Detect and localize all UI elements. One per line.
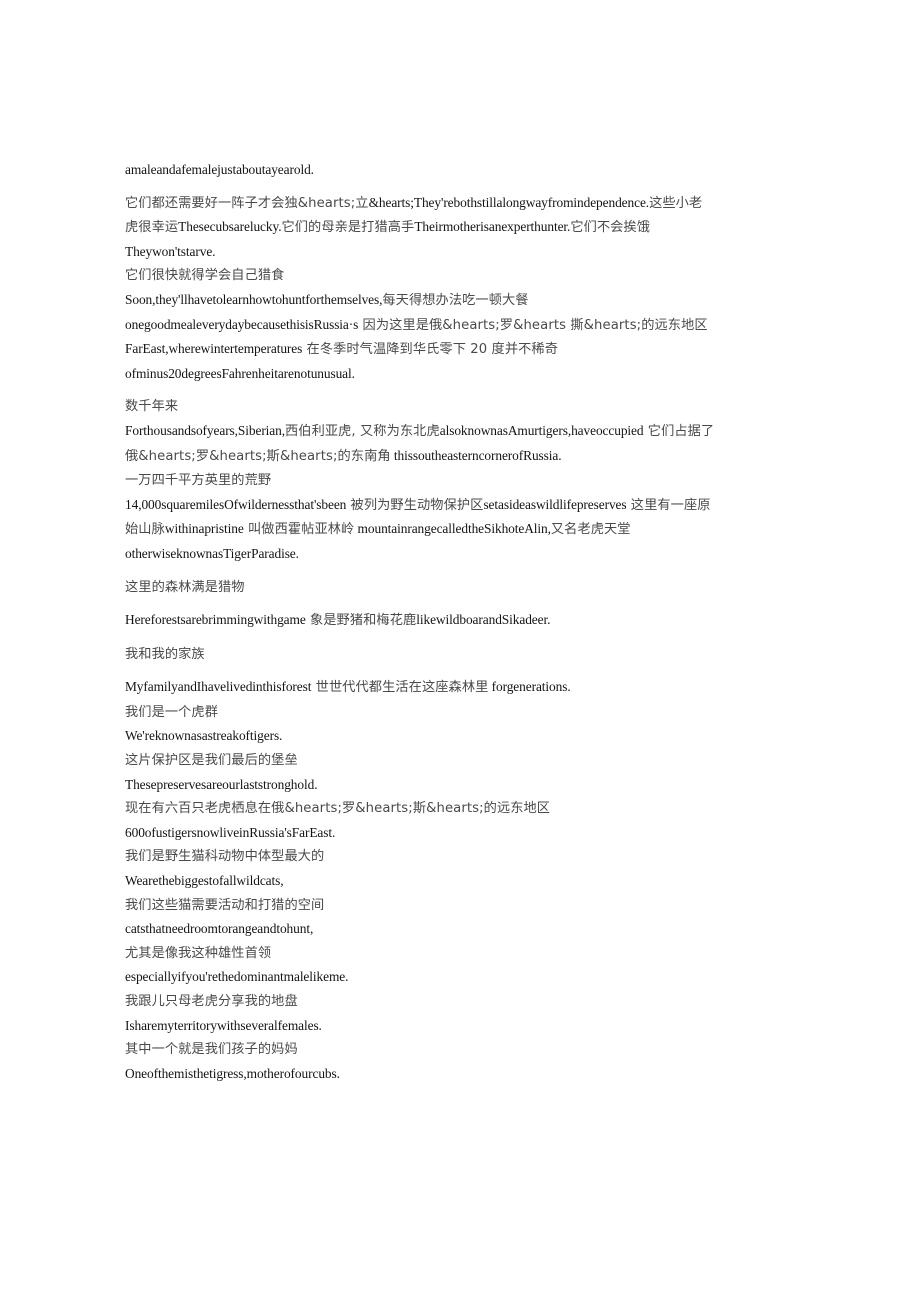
- text-run-english: Soon,they'llhavetolearnhowtohuntforthems…: [125, 291, 383, 307]
- text-run-english: ofminus20degreesFahrenheitarenotunusual.: [125, 365, 355, 381]
- paragraph: 我们是一个虎群: [125, 700, 715, 725]
- text-run-english: 14,000squaremilesOfwildernessthat'sbeen: [125, 496, 347, 512]
- text-run-chinese: 它们的母亲是打猎高手: [281, 220, 415, 236]
- text-run-english: amaleandafemalejustaboutayearold.: [125, 162, 314, 177]
- paragraph: Oneofthemisthetigress,motherofourcubs.: [125, 1062, 715, 1086]
- paragraph: 其中一个就是我们孩子的妈妈: [125, 1037, 715, 1062]
- text-run-english: FarEast,wherewintertemperatures: [125, 341, 303, 357]
- text-run-chinese: 在冬季时气温降到华氏零下 20 度并不稀奇: [302, 342, 558, 358]
- text-run-chinese: 尤其是像我这种雄性首领: [125, 945, 272, 961]
- paragraph: 我跟儿只母老虎分享我的地盘: [125, 989, 715, 1014]
- text-run-chinese: 其中一个就是我们孩子的妈妈: [125, 1042, 298, 1058]
- text-run-english: Theirmotherisanexperthunter.: [414, 219, 571, 235]
- paragraph: 它们都还需要好一阵子才会独&hearts;立&hearts;They'rebot…: [125, 191, 715, 240]
- text-run-chinese: 世世代代都生活在这座森林里: [311, 680, 489, 696]
- paragraph: especiallyifyou'rethedominantmalelikeme.: [125, 965, 715, 989]
- paragraph: 这里的森林满是猎物: [125, 575, 715, 600]
- text-run-english: 600ofustigersnowliveinRussia'sFarEast.: [125, 824, 336, 840]
- text-run-chinese: 它们都还需要好一阵子才会独&hearts;立: [125, 195, 369, 211]
- text-run-english: thissoutheasterncornerofRussia.: [390, 447, 562, 463]
- paragraph: Soon,they'llhavetolearnhowtohuntforthems…: [125, 288, 715, 385]
- paragraph: 我们是野生猫科动物中体型最大的: [125, 844, 715, 869]
- paragraph: 现在有六百只老虎栖息在俄&hearts;罗&hearts;斯&hearts;的远…: [125, 796, 715, 821]
- text-run-chinese: 象是野猪和梅花鹿: [305, 613, 417, 629]
- text-run-english: Oneofthemisthetigress,motherofourcubs.: [125, 1065, 340, 1081]
- text-run-english: Theywon'tstarve.: [125, 243, 216, 259]
- paragraph: Theywon'tstarve.: [125, 240, 715, 264]
- text-run-english: Isharemyterritorywithseveralfemales.: [125, 1017, 322, 1033]
- text-run-english: MyfamilyandIhavelivedinthisforest: [125, 679, 312, 695]
- text-run-chinese: 它们不会挨饿: [570, 220, 651, 236]
- text-run-english: forgenerations.: [488, 679, 571, 695]
- text-run-chinese: 一万四千平方英里的荒野: [125, 473, 272, 489]
- text-run-chinese: 现在有六百只老虎栖息在俄&hearts;罗&hearts;斯&hearts;的远…: [125, 801, 551, 817]
- text-run-english: especiallyifyou'rethedominantmalelikeme.: [125, 969, 349, 985]
- text-run-english: Thesecubsarelucky.: [178, 219, 282, 235]
- text-run-english: otherwiseknownasTigerParadise.: [125, 545, 299, 561]
- paragraph: 600ofustigersnowliveinRussia'sFarEast.: [125, 821, 715, 845]
- text-run-chinese: 我们这些猫需要活动和打猎的空间: [125, 897, 325, 913]
- text-run-english: alsoknownasAmurtigers,haveoccupied: [439, 422, 644, 438]
- text-run-chinese: 我们是野生猫科动物中体型最大的: [125, 849, 325, 865]
- paragraph: 它们很快就得学会自己猎食: [125, 263, 715, 288]
- text-run-chinese: 西伯利亚虎, 又称为东北虎: [285, 423, 440, 439]
- text-run-english: Hereforestsarebrimmingwithgame: [125, 612, 306, 628]
- text-run-chinese: 因为这里是俄&hearts;罗&hearts 撕&hearts;的远东地区: [358, 317, 708, 333]
- text-run-chinese: 叫做西霍帖亚林岭: [243, 522, 355, 538]
- paragraph: catsthatneedroomtorangeandtohunt,: [125, 917, 715, 941]
- paragraph: 我和我的家族: [125, 642, 715, 667]
- text-run-chinese: 数千年来: [125, 399, 179, 415]
- text-run-chinese: 我跟儿只母老虎分享我的地盘: [125, 994, 298, 1009]
- paragraph: Hereforestsarebrimmingwithgame 象是野猪和梅花鹿l…: [125, 608, 715, 633]
- text-run-chinese: 又名老虎天堂: [550, 522, 631, 538]
- text-run-english: likewildboarandSikadeer.: [416, 612, 551, 628]
- text-run-chinese: 这里的森林满是猎物: [125, 579, 245, 595]
- text-run-english: Forthousandsofyears,Siberian,: [125, 422, 285, 438]
- text-run-english: We'reknownasastreakoftigers.: [125, 728, 283, 744]
- paragraph: Forthousandsofyears,Siberian,西伯利亚虎, 又称为东…: [125, 419, 715, 468]
- text-run-english: onegoodmealeverydaybecausethisisRussia·s: [125, 316, 359, 332]
- text-run-chinese: 我和我的家族: [125, 646, 205, 662]
- text-run-chinese: 每天得想办法吃一顿大餐: [382, 292, 529, 308]
- text-run-english: Wearethebiggestofallwildcats,: [125, 873, 284, 889]
- paragraph: We'reknownasastreakoftigers.: [125, 724, 715, 748]
- paragraph: 一万四千平方英里的荒野: [125, 468, 715, 493]
- text-run-chinese: 它们很快就得学会自己猎食: [125, 268, 285, 284]
- paragraph: MyfamilyandIhavelivedinthisforest 世世代代都生…: [125, 675, 715, 700]
- paragraph: Wearethebiggestofallwildcats,: [125, 869, 715, 893]
- paragraph: amaleandafemalejustaboutayearold.: [125, 158, 715, 182]
- text-run-chinese: 我们是一个虎群: [125, 704, 219, 720]
- paragraph: 我们这些猫需要活动和打猎的空间: [125, 893, 715, 918]
- paragraph: 这片保护区是我们最后的堡垒: [125, 748, 715, 773]
- paragraph: Isharemyterritorywithseveralfemales.: [125, 1014, 715, 1038]
- text-run-chinese: 这片保护区是我们最后的堡垒: [125, 753, 298, 769]
- paragraph: 数千年来: [125, 394, 715, 419]
- text-run-english: Thesepreservesareourlaststronghold.: [125, 776, 318, 792]
- text-run-chinese: 被列为野生动物保护区: [346, 497, 484, 513]
- text-run-english: catsthatneedroomtorangeandtohunt,: [125, 921, 314, 937]
- document-text-body: amaleandafemalejustaboutayearold. 它们都还需要好…: [125, 158, 715, 1085]
- text-run-english: &hearts;They'rebothstillalongwayfrominde…: [368, 194, 650, 210]
- document-page: amaleandafemalejustaboutayearold. 它们都还需要好…: [0, 0, 920, 1301]
- text-run-english: withinapristine: [164, 521, 244, 537]
- paragraph: 尤其是像我这种雄性首领: [125, 941, 715, 966]
- paragraph: Thesepreservesareourlaststronghold.: [125, 773, 715, 797]
- text-run-english: setasideaswildlifepreserves: [483, 496, 627, 512]
- text-run-english: mountainrangecalledtheSikhoteAlin,: [354, 521, 551, 537]
- paragraph: 14,000squaremilesOfwildernessthat'sbeen …: [125, 493, 715, 566]
